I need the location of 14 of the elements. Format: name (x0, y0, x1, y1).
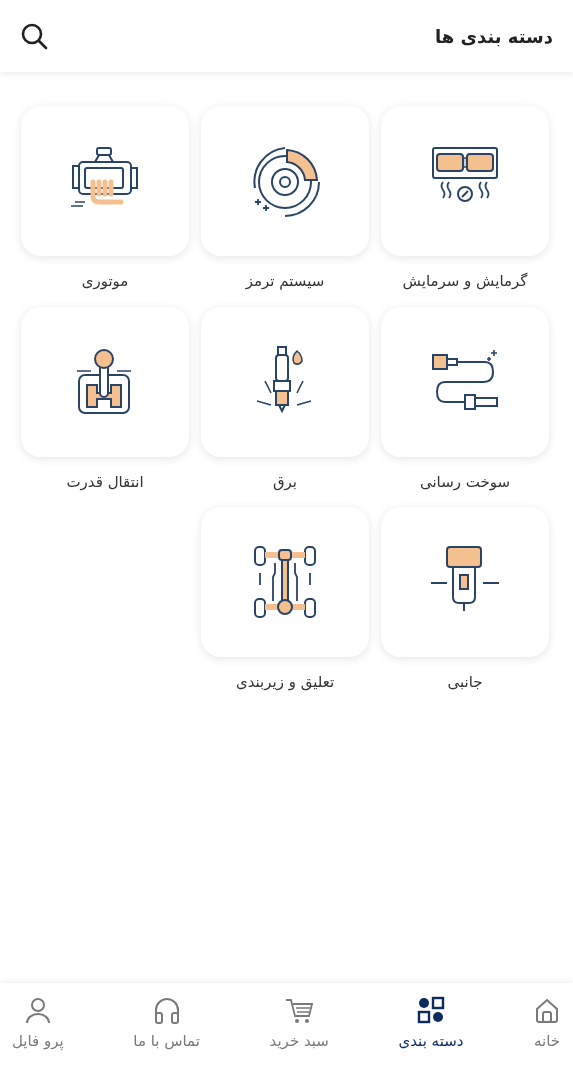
category-label: موتوری (81, 271, 129, 292)
category-label: سیستم ترمز (245, 271, 325, 292)
category-label: برق (272, 471, 298, 493)
nav-tab[interactable]: دسته بندی (394, 995, 468, 1053)
category-label: گرمایش و سرمایش (402, 271, 528, 292)
category-label: جانبی (447, 672, 483, 693)
nav-tab[interactable]: پرو فایل (8, 995, 68, 1053)
page-title: دسته بندی ها (435, 24, 553, 49)
category-label: انتقال قدرت (66, 471, 144, 493)
nav-tab[interactable]: سبد خرید (265, 995, 333, 1053)
category-label: تعلیق و زیربندی (235, 672, 335, 693)
nav-tab[interactable]: تماس با ما (129, 995, 204, 1053)
nav-tab[interactable]: خانه (529, 995, 565, 1053)
category-label: سوخت رسانی (419, 471, 511, 493)
